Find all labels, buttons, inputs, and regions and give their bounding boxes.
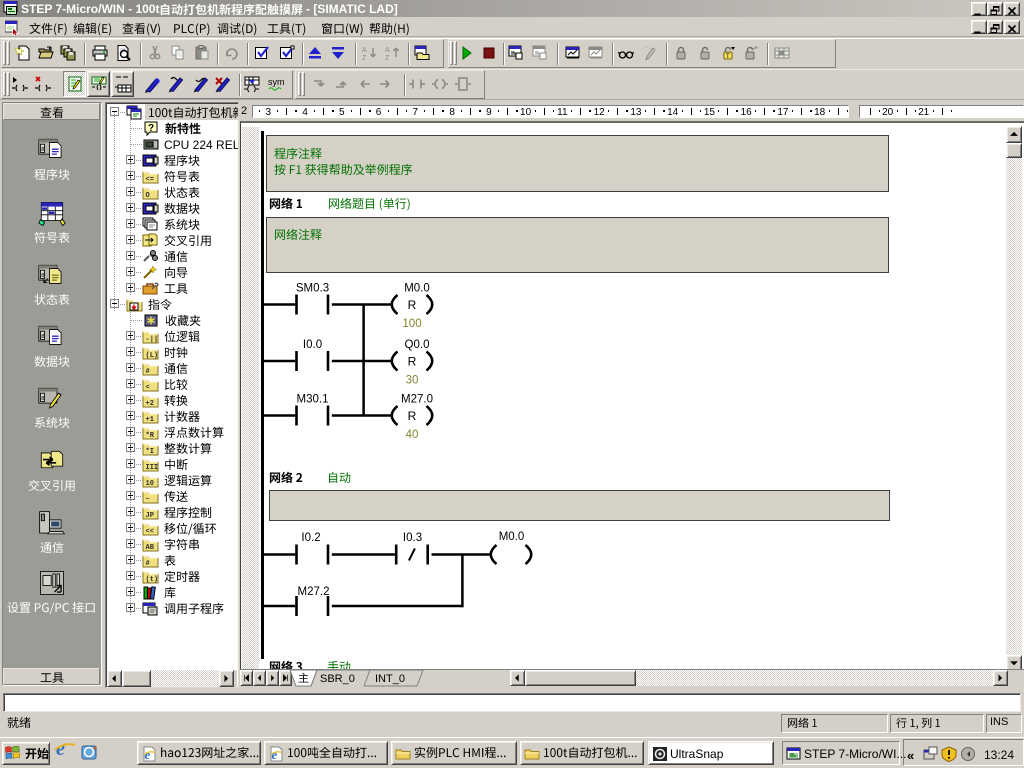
svg-text:18: 18 bbox=[814, 107, 826, 118]
svg-text:*I: *I bbox=[146, 448, 154, 456]
svg-text:AB: AB bbox=[146, 544, 155, 552]
svg-text:8: 8 bbox=[41, 273, 44, 279]
svg-text:<: < bbox=[146, 384, 150, 392]
svg-text:#: # bbox=[146, 368, 150, 376]
svg-text:9: 9 bbox=[486, 107, 492, 118]
svg-text:8: 8 bbox=[41, 147, 44, 153]
svg-text:I0.2: I0.2 bbox=[301, 532, 320, 544]
svg-text:JP: JP bbox=[146, 512, 154, 520]
svg-text:R: R bbox=[408, 355, 417, 369]
svg-text:100: 100 bbox=[402, 318, 421, 330]
svg-text:4: 4 bbox=[302, 107, 308, 118]
svg-text:21: 21 bbox=[918, 107, 930, 118]
svg-text:11: 11 bbox=[557, 107, 568, 118]
svg-text:e: e bbox=[272, 747, 278, 762]
svg-text:10: 10 bbox=[146, 480, 154, 488]
svg-text:R: R bbox=[408, 409, 417, 423]
svg-text:5: 5 bbox=[339, 107, 345, 118]
svg-text:40: 40 bbox=[406, 429, 419, 441]
svg-text:12: 12 bbox=[594, 107, 606, 118]
svg-text:M30.1: M30.1 bbox=[297, 394, 329, 406]
svg-text:+2: +2 bbox=[146, 400, 154, 408]
svg-text:III: III bbox=[146, 464, 159, 472]
svg-text:(L): (L) bbox=[146, 352, 159, 360]
svg-text:*R: *R bbox=[146, 432, 155, 440]
svg-text:10: 10 bbox=[520, 107, 532, 118]
svg-text:8: 8 bbox=[41, 334, 44, 340]
svg-text:M0.0: M0.0 bbox=[404, 283, 430, 295]
svg-text:3: 3 bbox=[266, 107, 272, 118]
svg-text:17: 17 bbox=[777, 107, 789, 118]
svg-text:8: 8 bbox=[41, 396, 44, 402]
svg-text:6: 6 bbox=[376, 107, 382, 118]
svg-text:(t): (t) bbox=[146, 576, 159, 584]
svg-text:7: 7 bbox=[413, 107, 419, 118]
svg-text:15: 15 bbox=[704, 107, 716, 118]
svg-text:T: T bbox=[726, 54, 730, 60]
svg-text:~: ~ bbox=[146, 496, 150, 504]
svg-text:20: 20 bbox=[882, 107, 894, 118]
svg-text:8: 8 bbox=[449, 107, 455, 118]
svg-text:16: 16 bbox=[741, 107, 753, 118]
svg-text:#: # bbox=[146, 560, 150, 568]
svg-text:<<: << bbox=[146, 528, 154, 536]
svg-text:14: 14 bbox=[667, 107, 679, 118]
svg-text:sym: sym bbox=[268, 77, 285, 87]
svg-text:M27.0: M27.0 bbox=[401, 394, 433, 406]
svg-text:Q0.0: Q0.0 bbox=[405, 339, 430, 351]
svg-text:R: R bbox=[408, 298, 417, 312]
svg-text:M27.2: M27.2 bbox=[298, 586, 330, 598]
svg-text:<=: <= bbox=[146, 176, 154, 184]
svg-text:I0.3: I0.3 bbox=[403, 532, 422, 544]
svg-text:?: ? bbox=[148, 123, 154, 134]
svg-text:-||: -|| bbox=[146, 336, 159, 344]
svg-text:SM0.3: SM0.3 bbox=[296, 283, 329, 295]
svg-text:30: 30 bbox=[406, 375, 419, 387]
svg-text:M0.0: M0.0 bbox=[499, 531, 525, 543]
svg-text:I0.0: I0.0 bbox=[303, 339, 322, 351]
svg-text:13: 13 bbox=[630, 107, 642, 118]
svg-text:e: e bbox=[145, 747, 151, 762]
svg-text:+1: +1 bbox=[146, 416, 154, 424]
svg-text:O: O bbox=[146, 192, 150, 200]
